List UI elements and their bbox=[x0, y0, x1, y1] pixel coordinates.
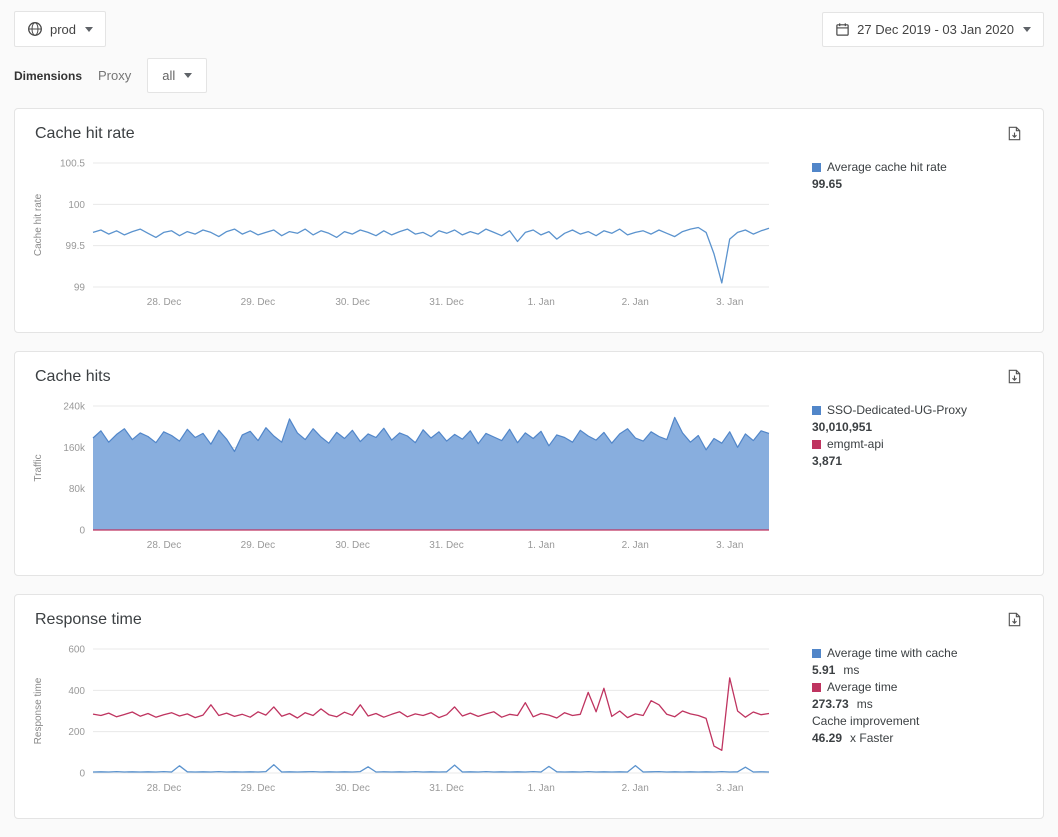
chevron-down-icon bbox=[184, 73, 192, 78]
topbar: prod 27 Dec 2019 - 03 Jan 2020 bbox=[0, 0, 1058, 53]
svg-text:2. Jan: 2. Jan bbox=[622, 540, 649, 551]
legend-label: Cache improvement bbox=[812, 714, 919, 728]
svg-text:Traffic: Traffic bbox=[33, 454, 44, 481]
page-title: Cache hit rate bbox=[35, 123, 135, 145]
legend-label: SSO-Dedicated-UG-Proxy bbox=[827, 403, 967, 417]
environment-dropdown[interactable]: prod bbox=[14, 11, 106, 47]
svg-text:29. Dec: 29. Dec bbox=[241, 297, 275, 308]
cache-hit-rate-legend: Average cache hit rate 99.65 bbox=[774, 153, 1025, 318]
svg-text:2. Jan: 2. Jan bbox=[622, 783, 649, 794]
export-report-icon bbox=[1006, 368, 1023, 385]
legend-swatch bbox=[812, 163, 821, 172]
chevron-down-icon bbox=[85, 27, 93, 32]
svg-text:160k: 160k bbox=[63, 443, 86, 454]
export-report-button[interactable] bbox=[1004, 123, 1025, 144]
svg-text:31. Dec: 31. Dec bbox=[429, 297, 463, 308]
proxy-label: Proxy bbox=[98, 68, 131, 83]
svg-text:99: 99 bbox=[74, 283, 86, 294]
svg-text:28. Dec: 28. Dec bbox=[147, 540, 181, 551]
svg-text:3. Jan: 3. Jan bbox=[716, 540, 743, 551]
svg-text:0: 0 bbox=[79, 526, 85, 537]
legend-value: 99.65 bbox=[812, 177, 842, 191]
svg-text:400: 400 bbox=[68, 686, 85, 697]
cache-hits-legend: SSO-Dedicated-UG-Proxy 30,010,951 emgmt-… bbox=[774, 396, 1025, 561]
svg-text:200: 200 bbox=[68, 727, 85, 738]
svg-text:600: 600 bbox=[68, 645, 85, 656]
cache-hit-rate-chart[interactable]: 99 99.5 100 100.5 28. Dec 29. Dec 30. Dec 31. D… bbox=[29, 153, 774, 318]
chart-svg: 99 99.5 100 100.5 28. Dec 29. Dec 30. Dec 31. D… bbox=[29, 153, 774, 313]
legend-label: Average time with cache bbox=[827, 646, 958, 660]
legend-label: emgmt-api bbox=[827, 437, 884, 451]
proxy-dropdown-value: all bbox=[162, 68, 175, 83]
globe-icon bbox=[27, 21, 43, 37]
svg-text:3. Jan: 3. Jan bbox=[716, 297, 743, 308]
legend-value: 46.29 bbox=[812, 731, 842, 745]
svg-text:3. Jan: 3. Jan bbox=[716, 783, 743, 794]
svg-text:Response time: Response time bbox=[33, 677, 44, 744]
legend-label: Average cache hit rate bbox=[827, 160, 947, 174]
svg-text:29. Dec: 29. Dec bbox=[241, 540, 275, 551]
legend-swatch bbox=[812, 440, 821, 449]
legend-swatch bbox=[812, 406, 821, 415]
environment-label: prod bbox=[50, 22, 76, 37]
card-response-time: Response time 0 200 400 600 28. Dec 29. Dec 30… bbox=[14, 594, 1044, 819]
card-cache-hit-rate: Cache hit rate 99 99.5 100 100.5 28. Dec 29. … bbox=[14, 108, 1044, 333]
response-time-legend: Average time with cache 5.91 ms Average t… bbox=[774, 639, 1025, 804]
date-range-label: 27 Dec 2019 - 03 Jan 2020 bbox=[857, 22, 1014, 37]
card-cache-hits: Cache hits 0 80k 160k 240k 28. Dec 29. Dec 30.… bbox=[14, 351, 1044, 576]
legend-value: 30,010,951 bbox=[812, 420, 872, 434]
cache-hits-chart[interactable]: 0 80k 160k 240k 28. Dec 29. Dec 30. Dec 31. Dec… bbox=[29, 396, 774, 561]
legend-label: Average time bbox=[827, 680, 897, 694]
svg-text:100.5: 100.5 bbox=[60, 159, 85, 170]
svg-text:0: 0 bbox=[79, 769, 85, 780]
legend-value: 5.91 bbox=[812, 663, 835, 677]
legend-value: 273.73 bbox=[812, 697, 849, 711]
export-report-icon bbox=[1006, 611, 1023, 628]
filters-bar: Dimensions Proxy all bbox=[0, 53, 1058, 108]
page-title: Response time bbox=[35, 609, 142, 631]
calendar-icon bbox=[835, 22, 850, 37]
svg-text:30. Dec: 30. Dec bbox=[335, 297, 369, 308]
export-report-icon bbox=[1006, 125, 1023, 142]
response-time-chart[interactable]: 0 200 400 600 28. Dec 29. Dec 30. Dec 31. Dec 1.… bbox=[29, 639, 774, 804]
svg-text:80k: 80k bbox=[69, 484, 86, 495]
legend-swatch bbox=[812, 649, 821, 658]
chart-svg: 0 200 400 600 28. Dec 29. Dec 30. Dec 31. Dec 1.… bbox=[29, 639, 774, 799]
svg-text:99.5: 99.5 bbox=[66, 241, 86, 252]
svg-text:1. Jan: 1. Jan bbox=[528, 297, 555, 308]
dimensions-label: Dimensions bbox=[14, 69, 82, 83]
svg-text:Cache hit rate: Cache hit rate bbox=[33, 193, 44, 256]
page-title: Cache hits bbox=[35, 366, 111, 388]
svg-text:2. Jan: 2. Jan bbox=[622, 297, 649, 308]
svg-text:100: 100 bbox=[68, 200, 85, 211]
legend-suffix: x Faster bbox=[850, 731, 893, 745]
svg-text:28. Dec: 28. Dec bbox=[147, 297, 181, 308]
proxy-dropdown[interactable]: all bbox=[147, 58, 207, 93]
svg-text:30. Dec: 30. Dec bbox=[335, 540, 369, 551]
legend-value: 3,871 bbox=[812, 454, 842, 468]
date-range-picker[interactable]: 27 Dec 2019 - 03 Jan 2020 bbox=[822, 12, 1044, 47]
chevron-down-icon bbox=[1023, 27, 1031, 32]
legend-suffix: ms bbox=[843, 663, 859, 677]
svg-text:29. Dec: 29. Dec bbox=[241, 783, 275, 794]
legend-swatch bbox=[812, 683, 821, 692]
svg-text:28. Dec: 28. Dec bbox=[147, 783, 181, 794]
export-report-button[interactable] bbox=[1004, 609, 1025, 630]
svg-text:31. Dec: 31. Dec bbox=[429, 540, 463, 551]
export-report-button[interactable] bbox=[1004, 366, 1025, 387]
chart-svg: 0 80k 160k 240k 28. Dec 29. Dec 30. Dec 31. Dec… bbox=[29, 396, 774, 556]
svg-text:240k: 240k bbox=[63, 402, 86, 413]
svg-text:30. Dec: 30. Dec bbox=[335, 783, 369, 794]
svg-text:1. Jan: 1. Jan bbox=[528, 540, 555, 551]
legend-suffix: ms bbox=[857, 697, 873, 711]
svg-text:31. Dec: 31. Dec bbox=[429, 783, 463, 794]
svg-text:1. Jan: 1. Jan bbox=[528, 783, 555, 794]
